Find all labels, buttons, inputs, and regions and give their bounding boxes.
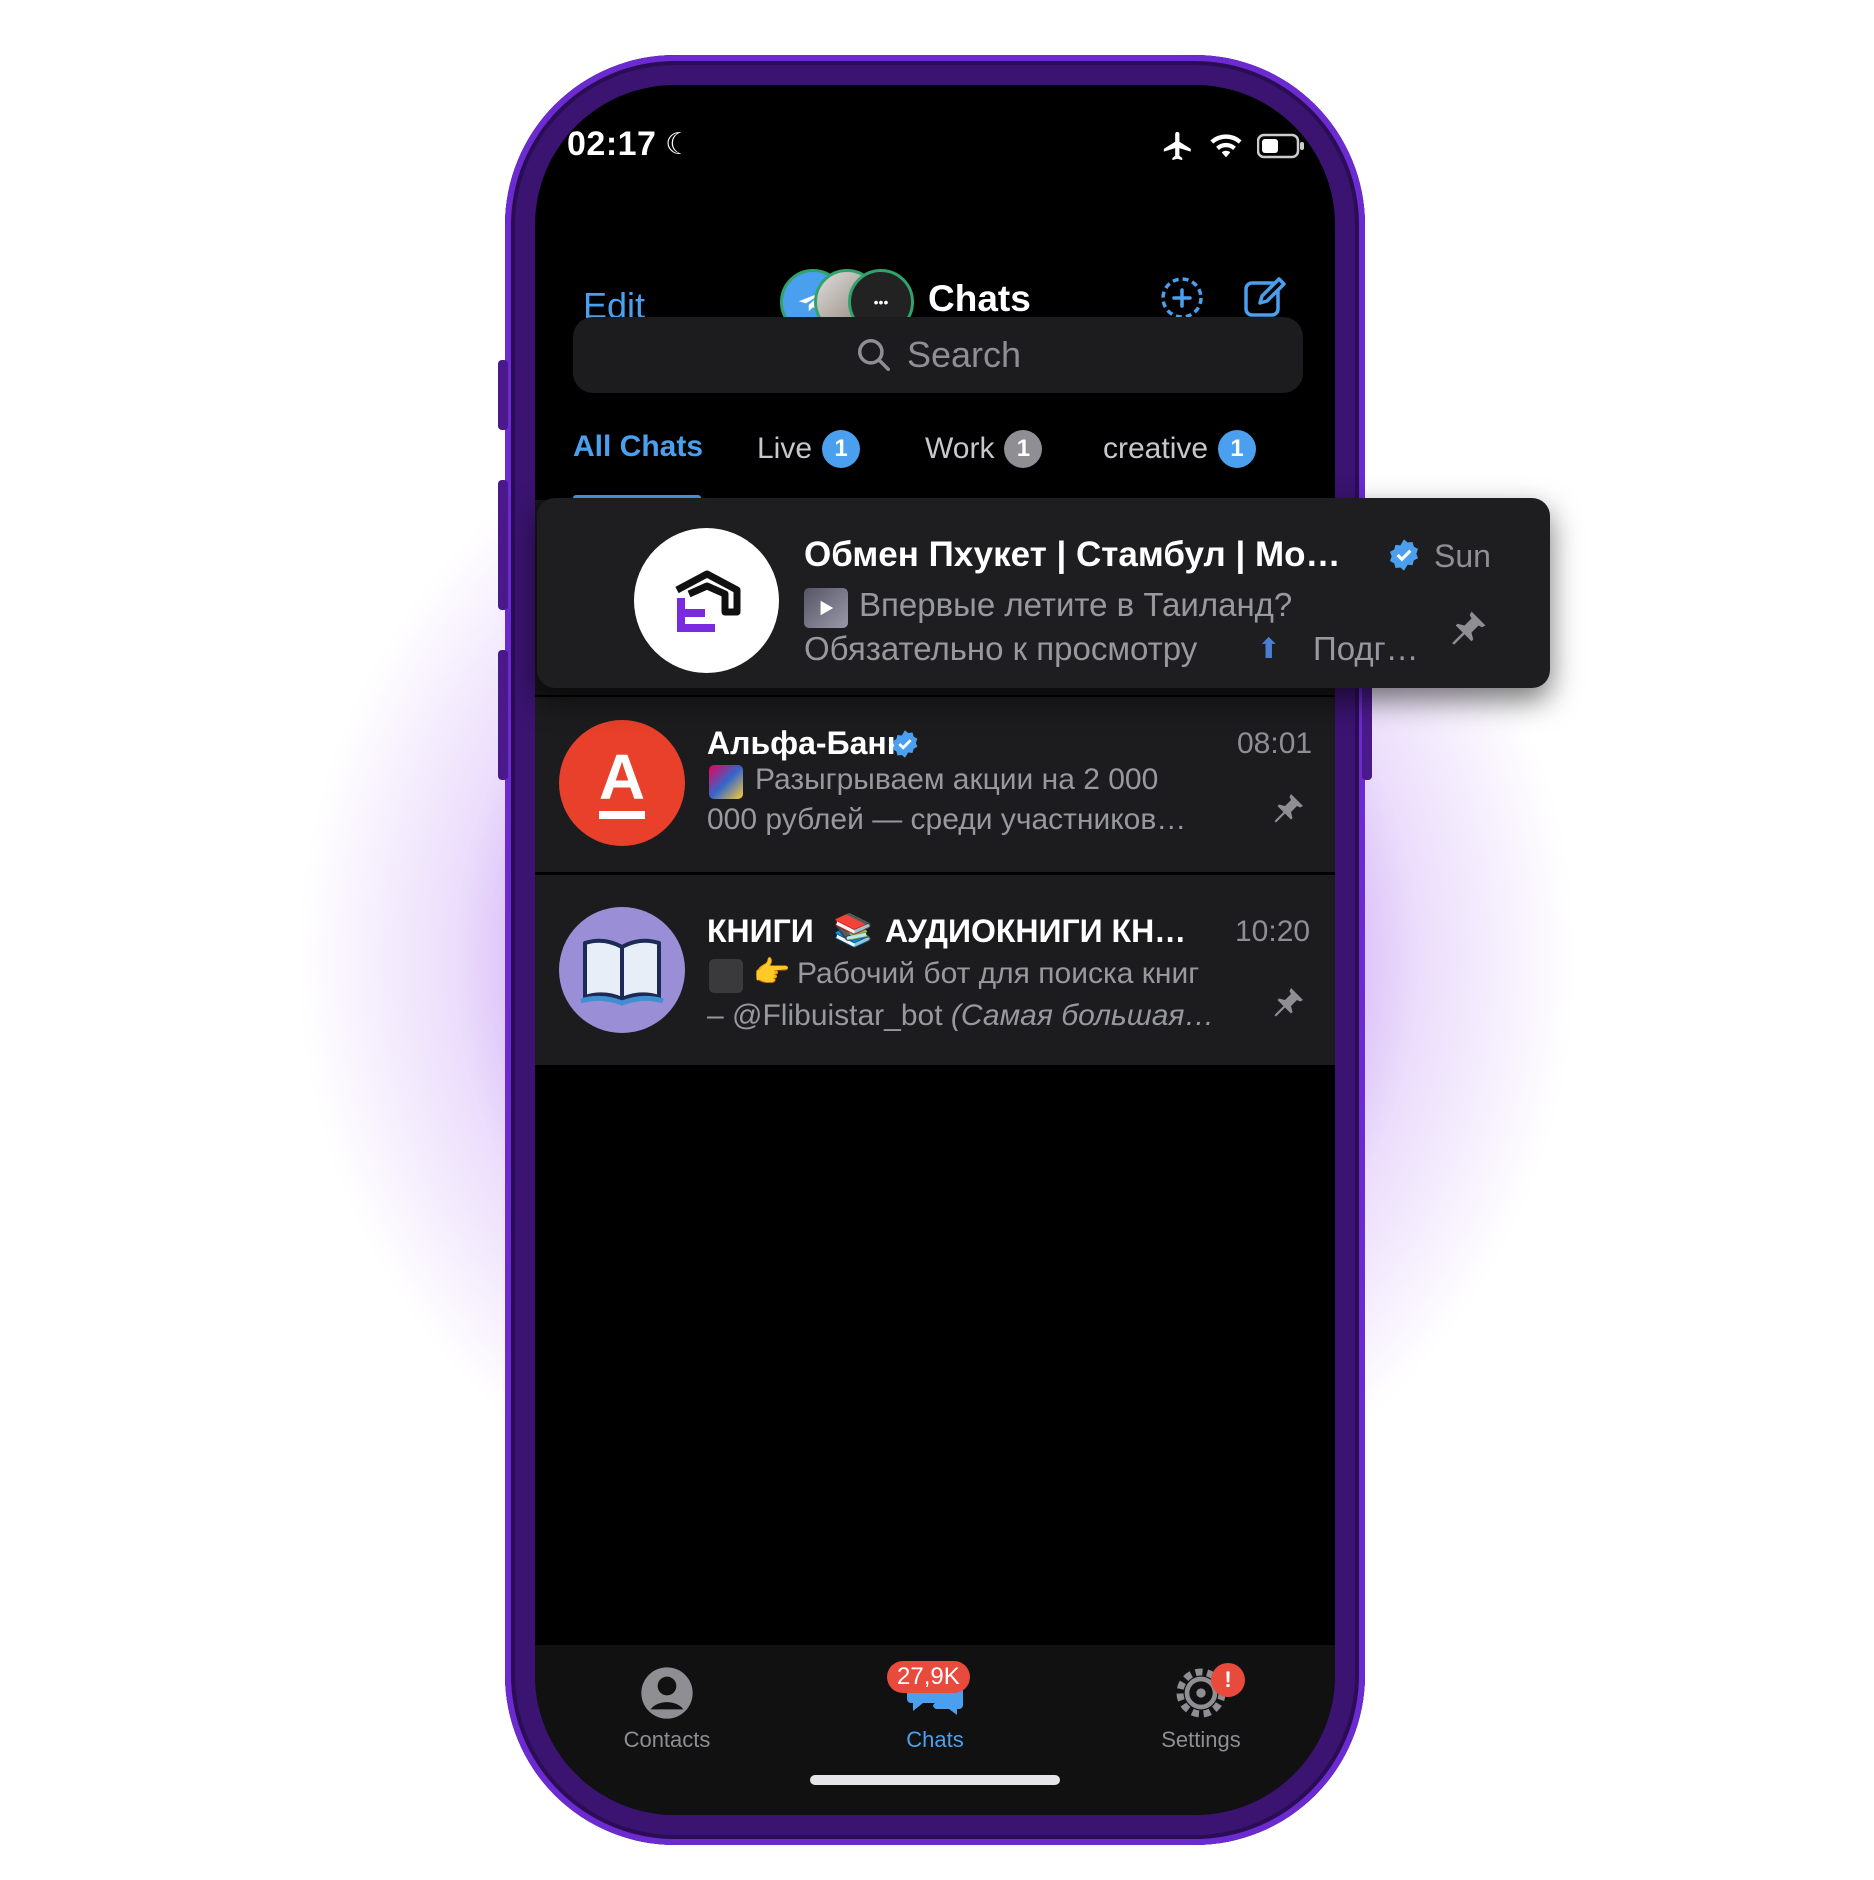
unread-badge: 1 xyxy=(822,430,861,468)
bottom-tab-bar: Contacts Chats 27,9K Settings ! xyxy=(535,1645,1335,1815)
tab-label: Live xyxy=(757,432,813,465)
pointing-hand-icon: 👉 xyxy=(753,956,791,989)
avatar-letter: А xyxy=(598,741,646,813)
media-thumbnail xyxy=(709,959,743,993)
chat-message-line1: Разыгрываем акции на 2 000 xyxy=(755,763,1159,796)
search-icon xyxy=(857,339,890,371)
chat-name: Альфа-Банк xyxy=(707,725,903,761)
avatar xyxy=(559,907,685,1033)
tab-contacts[interactable]: Contacts xyxy=(597,1665,737,1753)
chat-message-line2: 000 рублей — среди участников… xyxy=(707,803,1187,836)
tab-creative[interactable]: creative 1 xyxy=(1103,430,1257,468)
book-icon xyxy=(580,938,664,1006)
pin-icon[interactable] xyxy=(1270,791,1306,827)
arrow-up-icon: ⬆ xyxy=(1257,633,1281,664)
verified-icon xyxy=(1389,539,1419,571)
contacts-icon xyxy=(641,1667,693,1719)
phone-screen: 02:17 ☾ Edit ••• Chats Search All Chats … xyxy=(535,85,1335,1815)
chat-time: Sun xyxy=(1434,538,1491,574)
tab-live[interactable]: Live 1 xyxy=(757,430,861,468)
chat-name: КНИГИ xyxy=(707,913,814,949)
unread-badge: 1 xyxy=(1004,430,1043,468)
tab-label: All Chats xyxy=(573,430,704,463)
chat-name: Обмен Пхукет | Стамбул | Мо… xyxy=(804,535,1341,574)
tab-label: Work xyxy=(925,432,995,465)
tab-label: Settings xyxy=(1161,1727,1241,1752)
mute-switch xyxy=(498,360,508,430)
search-placeholder: Search xyxy=(906,334,1022,375)
tab-chats[interactable]: Chats 27,9K xyxy=(865,1661,1005,1753)
page-title: Chats xyxy=(928,278,1031,319)
media-thumbnail xyxy=(709,765,743,799)
pin-icon[interactable] xyxy=(1270,985,1306,1021)
avatar: А xyxy=(559,720,685,846)
chat-message-line2: Обязательно к просмотру xyxy=(804,630,1198,667)
exchange-logo-icon xyxy=(674,570,740,632)
chat-message-line1: Рабочий бот для поиска книг xyxy=(797,957,1200,990)
books-emoji-icon: 📚 xyxy=(833,912,873,948)
home-indicator xyxy=(810,1775,1060,1785)
chat-message-line2: – @Flibuistar_bot (Самая большая… xyxy=(707,997,1214,1035)
chat-time: 08:01 xyxy=(1237,727,1313,760)
avatar xyxy=(634,528,779,673)
status-bar: 02:17 ☾ xyxy=(535,85,1335,195)
compose-icon[interactable] xyxy=(1240,273,1290,323)
add-story-icon[interactable] xyxy=(1157,273,1207,323)
status-icons xyxy=(1161,129,1305,163)
pin-icon[interactable] xyxy=(1447,608,1489,650)
video-thumbnail xyxy=(804,588,848,628)
unread-badge: 1 xyxy=(1218,430,1257,468)
tab-all-chats[interactable]: All Chats xyxy=(573,430,703,464)
settings-alert-badge: ! xyxy=(1211,1663,1245,1697)
tab-settings[interactable]: Settings ! xyxy=(1131,1663,1271,1753)
chat-time: 10:20 xyxy=(1235,915,1311,948)
folder-tabs: All Chats Live 1 Work 1 creative 1 xyxy=(535,420,1335,501)
chat-name-tail: АУДИОКНИГИ КН… xyxy=(885,913,1187,949)
wifi-icon xyxy=(1210,134,1242,158)
moon-icon: ☾ xyxy=(665,128,692,161)
chat-message-tail: Подг… xyxy=(1313,630,1419,667)
volume-down-button xyxy=(498,650,508,780)
volume-up-button xyxy=(498,480,508,610)
chat-message-line2-plain: – @Flibuistar_bot xyxy=(707,999,943,1032)
chat-message-line1: Впервые летите в Таиланд? xyxy=(859,586,1293,623)
chat-row-alfa-bank[interactable]: А Альфа-Банк 08:01 Разыгрываем акции на … xyxy=(535,697,1335,872)
chat-row-phuket-exchange[interactable]: Обмен Пхукет | Стамбул | Мо… Sun Впервые… xyxy=(537,498,1550,688)
airplane-icon xyxy=(1163,131,1191,161)
avatar-underline xyxy=(599,811,645,819)
battery-icon xyxy=(1257,133,1304,159)
status-time: 02:17 xyxy=(567,125,657,163)
chats-unread-badge: 27,9K xyxy=(887,1661,970,1693)
tab-work[interactable]: Work 1 xyxy=(925,430,1043,468)
play-icon xyxy=(820,600,834,616)
verified-icon xyxy=(892,730,918,758)
tab-label: creative xyxy=(1103,432,1209,465)
tab-label: Chats xyxy=(906,1727,964,1752)
search-bar[interactable]: Search xyxy=(573,317,1303,393)
chat-message-line2-italic: (Самая большая… xyxy=(950,999,1215,1032)
chat-row-books[interactable]: КНИГИ 📚 АУДИОКНИГИ КН… 10:20 👉 Рабочий б… xyxy=(535,875,1335,1065)
tab-label: Contacts xyxy=(623,1727,711,1752)
